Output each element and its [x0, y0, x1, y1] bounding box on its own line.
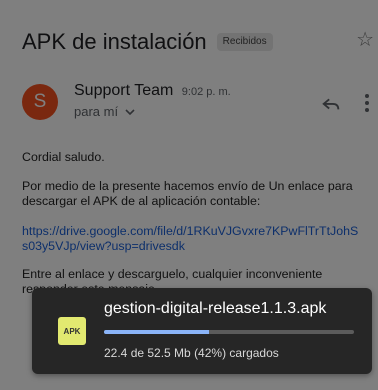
download-filename: gestion-digital-release1.1.3.apk	[104, 300, 327, 317]
download-progress-bar	[104, 330, 354, 334]
more-vert-icon[interactable]	[360, 92, 374, 114]
subject-row: APK de instalación Recibidos	[22, 26, 378, 58]
body-paragraph-2-line-1: Entre al enlace y descarguelo, cualquier…	[22, 267, 323, 281]
inbox-label-chip[interactable]: Recibidos	[216, 33, 273, 51]
download-status: 22.4 de 52.5 Mb (42%) cargados	[104, 346, 279, 360]
avatar-letter: S	[33, 91, 47, 112]
star-icon[interactable]: ☆	[356, 28, 374, 52]
sender-name[interactable]: Support Team	[74, 82, 173, 99]
email-subject: APK de instalación	[22, 29, 207, 54]
sent-time: 9:02 p. m.	[181, 86, 231, 98]
greeting-text: Cordial saludo.	[22, 150, 105, 164]
download-progress-fill	[104, 330, 209, 334]
sender-avatar[interactable]: S	[22, 84, 58, 120]
body-paragraph-1: Por medio de la presente hacemos envío d…	[22, 179, 353, 208]
download-toast[interactable]: APK gestion-digital-release1.1.3.apk 22.…	[32, 288, 372, 374]
recipient-text: para mí	[74, 104, 119, 119]
chevron-down-icon	[125, 109, 135, 116]
apk-badge-text: APK	[63, 326, 81, 336]
drive-link[interactable]: https://drive.google.com/file/d/1RKuVJGv…	[22, 224, 362, 254]
sender-line: Support Team 9:02 p. m.	[74, 82, 231, 100]
apk-file-icon: APK	[58, 317, 86, 345]
reply-icon[interactable]	[320, 92, 342, 114]
recipient-dropdown[interactable]: para mí	[74, 104, 135, 119]
